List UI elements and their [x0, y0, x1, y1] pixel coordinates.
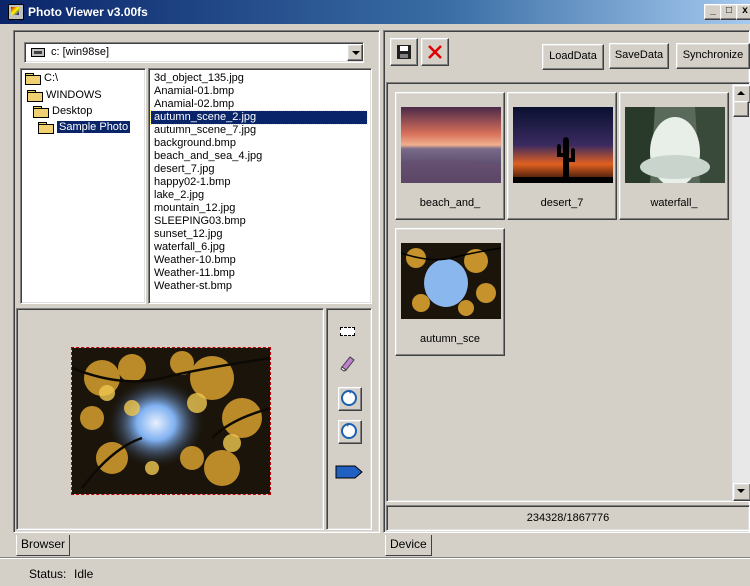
file-list-item[interactable]: waterfall_6.jpg [151, 241, 367, 254]
drive-select[interactable]: c: [win98se] [24, 42, 364, 63]
folder-open-icon [25, 72, 41, 85]
tab-device[interactable]: Device [385, 535, 432, 556]
file-list-item[interactable]: Anamial-01.bmp [151, 85, 367, 98]
status-value: Idle [74, 567, 94, 581]
vertical-scrollbar[interactable] [732, 84, 750, 501]
window-title: Photo Viewer v3.00fs [28, 5, 148, 19]
tree-item-desktop[interactable]: Desktop [33, 104, 92, 118]
thumbnail-image [401, 107, 501, 183]
status-label: Status: [29, 567, 67, 581]
scroll-thumb[interactable] [733, 101, 749, 117]
file-list-item[interactable]: background.bmp [151, 137, 367, 150]
rotate-right-icon[interactable] [338, 387, 362, 411]
file-list-item[interactable]: Weather-10.bmp [151, 254, 367, 267]
synchronize-button[interactable]: Synchronize [676, 43, 750, 69]
file-list-item[interactable]: autumn_scene_7.jpg [151, 124, 367, 137]
file-list-item[interactable]: SLEEPING03.bmp [151, 215, 367, 228]
save-disk-button[interactable] [390, 38, 418, 66]
drive-icon [31, 48, 45, 57]
thumbnail-item[interactable]: desert_7 [507, 92, 617, 220]
eraser-icon[interactable] [337, 351, 359, 373]
tab-browser[interactable]: Browser [16, 535, 71, 556]
thumbnail-grid[interactable]: beach_and_ desert_7 waterfall_ autumn_sc… [386, 82, 750, 502]
file-list[interactable]: 3d_object_135.jpg Anamial-01.bmp Anamial-0… [148, 68, 372, 304]
red-x-icon [428, 45, 442, 59]
file-list-item[interactable]: Anamial-02.bmp [151, 98, 367, 111]
preview-image [71, 347, 271, 495]
dropdown-arrow-icon[interactable] [347, 44, 363, 61]
scroll-down-icon[interactable] [733, 483, 750, 501]
tree-item-sample-photo[interactable]: Sample Photo [38, 120, 131, 134]
tool-column [326, 308, 372, 530]
close-window-button[interactable]: x [736, 4, 750, 20]
load-data-button[interactable]: LoadData [542, 44, 604, 70]
thumbnail-caption: waterfall_ [650, 197, 698, 209]
thumbnail-caption: desert_7 [540, 197, 584, 209]
thumbnail-caption: beach_and_ [419, 197, 481, 209]
file-list-item[interactable]: lake_2.jpg [151, 189, 367, 202]
tree-item-windows[interactable]: WINDOWS [27, 88, 102, 102]
file-list-item[interactable]: desert_7.jpg [151, 163, 367, 176]
file-list-item[interactable]: mountain_12.jpg [151, 202, 367, 215]
title-bar: Photo Viewer v3.00fs _ □ x [0, 0, 750, 24]
file-list-item[interactable]: Weather-11.bmp [151, 267, 367, 280]
preview-area [16, 308, 324, 530]
thumbnail-image [513, 107, 613, 183]
file-list-item[interactable]: beach_and_sea_4.jpg [151, 150, 367, 163]
select-rect-icon[interactable] [337, 321, 359, 343]
thumbnail-item[interactable]: waterfall_ [619, 92, 729, 220]
file-list-item[interactable]: happy02-1.bmp [151, 176, 367, 189]
thumbnail-caption: autumn_sce [420, 333, 480, 345]
file-list-items: 3d_object_135.jpg Anamial-01.bmp Anamial-0… [150, 72, 368, 293]
folder-open-icon [38, 121, 54, 134]
file-list-item[interactable]: 3d_object_135.jpg [151, 72, 367, 85]
thumbnail-item[interactable]: beach_and_ [395, 92, 505, 220]
file-list-item[interactable]: autumn_scene_2.jpg [150, 110, 368, 125]
save-data-button[interactable]: SaveData [609, 43, 669, 69]
app-icon [8, 4, 24, 20]
file-list-item[interactable]: Weather-st.bmp [151, 280, 367, 293]
thumbnail-image [401, 243, 501, 319]
thumbnail-item[interactable]: autumn_sce [395, 228, 505, 356]
folder-open-icon [33, 105, 49, 118]
tree-item-c-drive[interactable]: C:\ [25, 71, 58, 85]
delete-button[interactable] [421, 38, 449, 66]
floppy-disk-icon [397, 45, 411, 59]
folder-tree[interactable]: C:\ WINDOWS Desktop Sample Photo [20, 68, 146, 304]
thumbnail-image [625, 107, 725, 183]
folder-open-icon [27, 89, 43, 102]
rotate-left-icon[interactable] [338, 420, 362, 444]
drive-label: c: [win98se] [51, 46, 110, 58]
storage-readout: 234328/1867776 [386, 505, 750, 531]
file-list-item[interactable]: sunset_12.jpg [151, 228, 367, 241]
status-bar: Status: Idle [0, 557, 750, 586]
send-to-device-icon[interactable] [335, 461, 363, 483]
